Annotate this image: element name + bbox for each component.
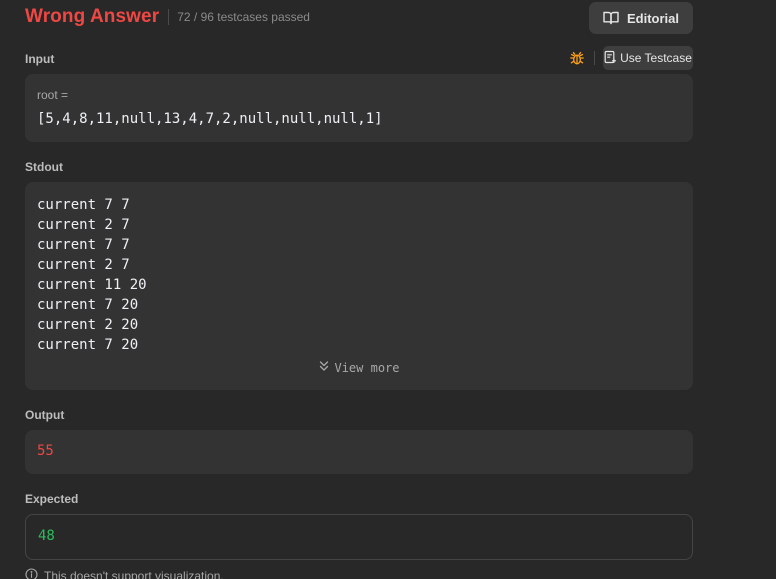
stdout-line: current 2 7 bbox=[37, 217, 130, 233]
visualization-note: This doesn't support visualization. bbox=[25, 568, 224, 579]
toolbar-divider bbox=[594, 51, 595, 65]
use-testcase-button[interactable]: Use Testcase bbox=[603, 46, 693, 70]
input-label: Input bbox=[25, 52, 55, 66]
view-more-button[interactable]: View more bbox=[25, 360, 693, 375]
stdout-box: current 7 7 current 2 7 current 7 7 curr… bbox=[25, 182, 693, 390]
input-param-name: root = bbox=[37, 88, 69, 102]
expected-box: 48 bbox=[25, 514, 693, 560]
stdout-line: current 2 20 bbox=[37, 317, 139, 333]
verdict-title: Wrong Answer bbox=[25, 6, 160, 27]
output-value: 55 bbox=[37, 443, 54, 459]
book-open-icon bbox=[603, 11, 619, 25]
stdout-line: current 2 7 bbox=[37, 257, 130, 273]
view-more-label: View more bbox=[334, 360, 400, 375]
editorial-label: Editorial bbox=[626, 10, 679, 26]
info-icon bbox=[25, 568, 38, 579]
stdout-line: current 7 7 bbox=[37, 237, 130, 253]
chevrons-down-icon bbox=[318, 360, 330, 375]
testcases-passed-count: 72 / 96 testcases passed bbox=[177, 10, 310, 24]
stdout-line: current 7 7 bbox=[37, 197, 130, 213]
debug-bug-icon[interactable] bbox=[569, 50, 585, 66]
use-testcase-label: Use Testcase bbox=[620, 51, 692, 65]
editorial-button[interactable]: Editorial bbox=[589, 2, 693, 34]
output-label: Output bbox=[25, 408, 65, 422]
expected-value: 48 bbox=[38, 528, 55, 544]
stdout-label: Stdout bbox=[25, 160, 63, 174]
expected-label: Expected bbox=[25, 492, 79, 506]
output-box: 55 bbox=[25, 430, 693, 474]
result-header: Wrong Answer 72 / 96 testcases passed bbox=[25, 6, 310, 28]
stdout-line: current 11 20 bbox=[37, 277, 147, 293]
stdout-line: current 7 20 bbox=[37, 297, 139, 313]
stdout-lines: current 7 7 current 2 7 current 7 7 curr… bbox=[37, 195, 147, 355]
visualization-note-text: This doesn't support visualization. bbox=[44, 569, 224, 579]
input-box: root = [5,4,8,11,null,13,4,7,2,null,null… bbox=[25, 74, 693, 142]
header-divider bbox=[168, 9, 170, 25]
clipboard-plus-icon bbox=[604, 50, 617, 67]
input-param-value: [5,4,8,11,null,13,4,7,2,null,null,null,1… bbox=[37, 111, 383, 127]
stdout-line: current 7 20 bbox=[37, 337, 139, 353]
result-panel: Wrong Answer 72 / 96 testcases passed Ed… bbox=[0, 0, 776, 579]
